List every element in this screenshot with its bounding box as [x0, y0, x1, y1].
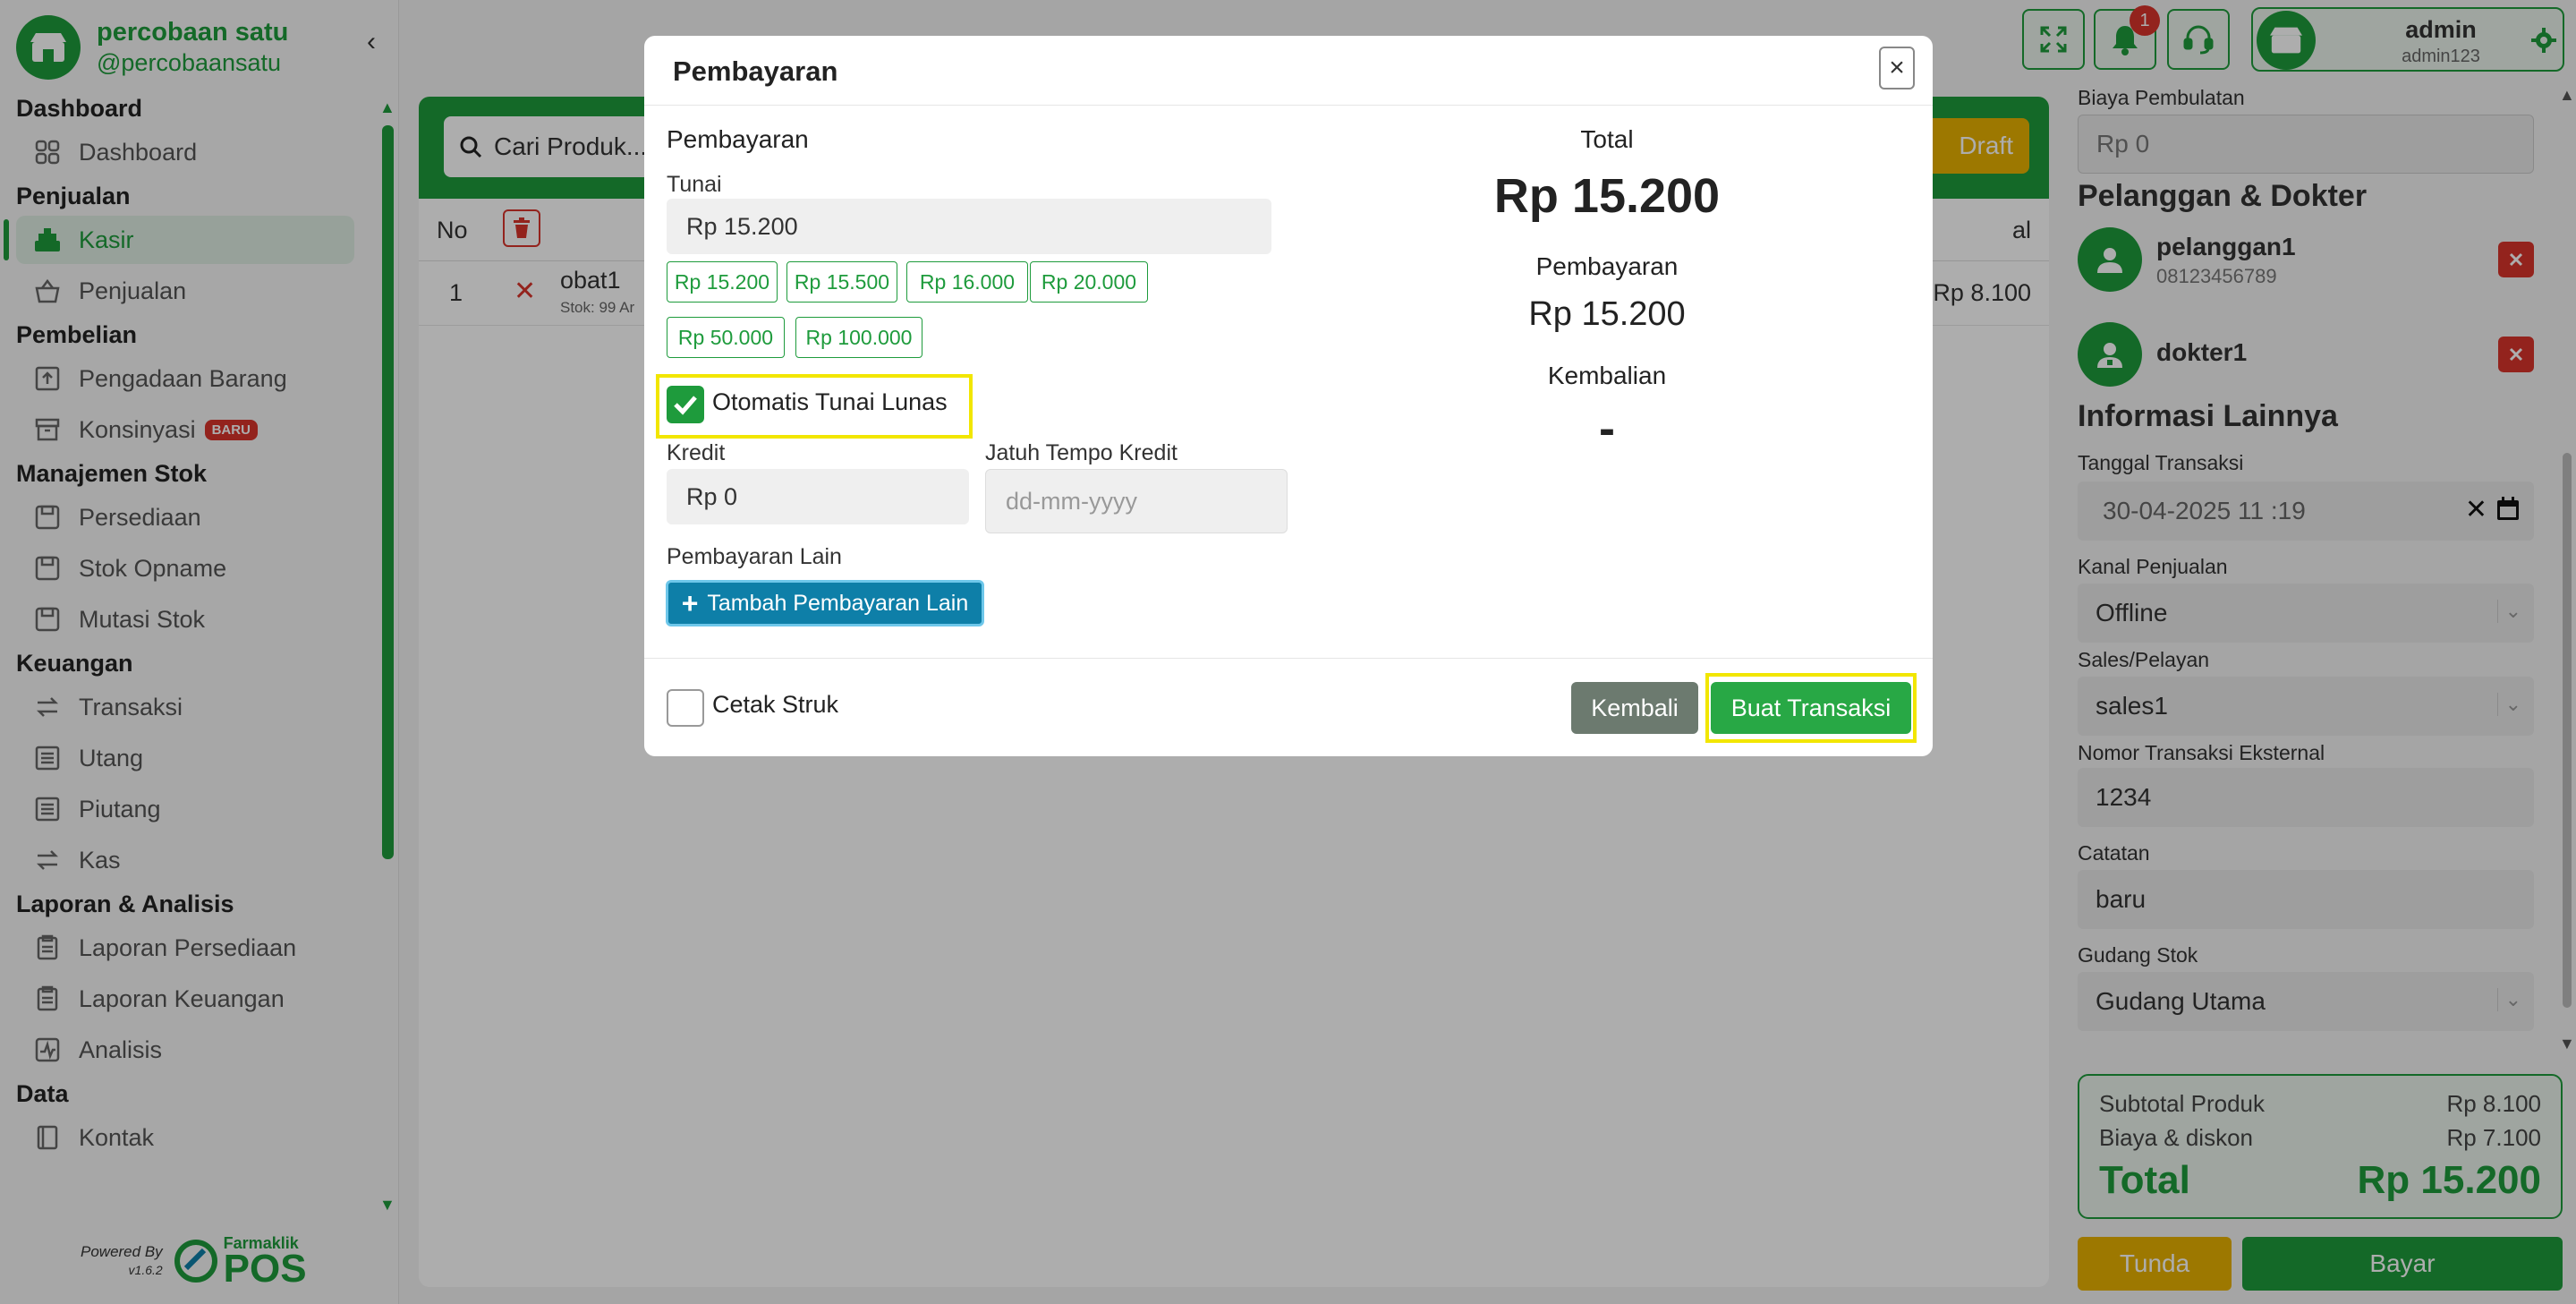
close-icon: × — [1889, 53, 1905, 82]
quick-amount-button[interactable]: Rp 50.000 — [667, 317, 785, 358]
quick-amount-button[interactable]: Rp 15.200 — [667, 261, 778, 303]
cetak-struk-checkbox[interactable] — [667, 689, 704, 727]
auto-lunas-checkbox[interactable] — [667, 386, 704, 423]
summary-pembayaran-value: Rp 15.200 — [1528, 295, 1686, 333]
tunai-input[interactable]: Rp 15.200 — [667, 199, 1271, 254]
tambah-label: Tambah Pembayaran Lain — [707, 590, 969, 616]
auto-lunas-label: Otomatis Tunai Lunas — [712, 388, 948, 415]
modal-header: Pembayaran × — [644, 36, 1933, 106]
quick-amount-button[interactable]: Rp 15.500 — [786, 261, 897, 303]
kredit-label: Kredit — [667, 440, 726, 465]
buat-transaksi-button[interactable]: Buat Transaksi — [1711, 682, 1911, 734]
plus-icon: + — [681, 586, 699, 619]
payment-section-title: Pembayaran — [667, 125, 809, 153]
jatuh-tempo-label: Jatuh Tempo Kredit — [985, 440, 1177, 465]
summary-total-label: Total — [1580, 125, 1634, 153]
modal-title: Pembayaran — [673, 55, 838, 87]
summary-kembalian-value: - — [1599, 402, 1615, 456]
modal-close-button[interactable]: × — [1879, 47, 1915, 89]
kembali-label: Kembali — [1591, 694, 1679, 721]
quick-amount-button[interactable]: Rp 100.000 — [795, 317, 922, 358]
quick-amount-button[interactable]: Rp 16.000 — [906, 261, 1028, 303]
jatuh-tempo-input[interactable]: dd-mm-yyyy — [985, 469, 1288, 533]
kembali-button[interactable]: Kembali — [1571, 682, 1698, 734]
modal-footer-divider — [644, 658, 1933, 659]
cetak-struk-label: Cetak Struk — [712, 691, 839, 718]
kredit-input[interactable]: Rp 0 — [667, 469, 969, 524]
summary-pembayaran-label: Pembayaran — [1535, 252, 1679, 280]
summary-kembalian-label: Kembalian — [1547, 362, 1667, 389]
tunai-label: Tunai — [667, 172, 722, 197]
summary-total-value: Rp 15.200 — [1493, 169, 1721, 223]
quick-amount-button[interactable]: Rp 20.000 — [1030, 261, 1148, 303]
pembayaran-lain-label: Pembayaran Lain — [667, 544, 842, 569]
buat-label: Buat Transaksi — [1730, 694, 1892, 721]
tambah-pembayaran-lain-button[interactable]: + Tambah Pembayaran Lain — [666, 580, 984, 626]
check-icon — [674, 396, 697, 415]
